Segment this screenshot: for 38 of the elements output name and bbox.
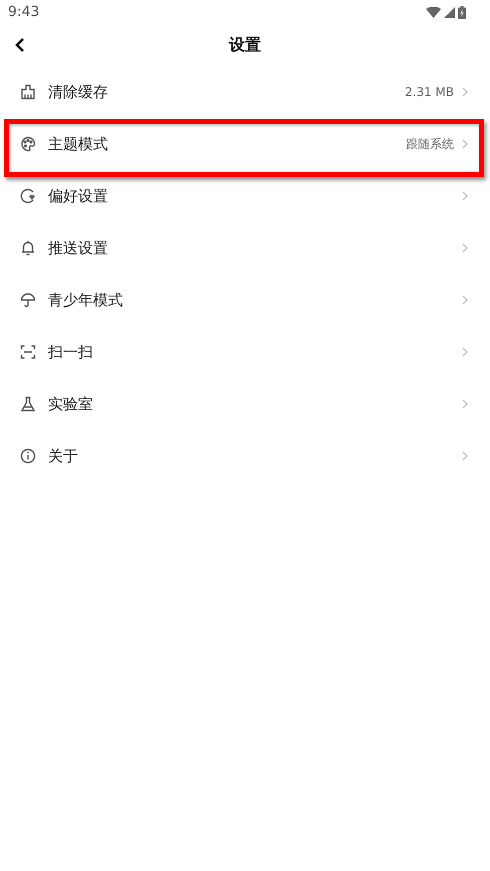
chevron-icon [462, 243, 468, 253]
item-label: 实验室 [48, 394, 94, 414]
page-title: 设置 [229, 34, 261, 56]
item-label: 关于 [48, 446, 79, 466]
chevron-icon [462, 347, 468, 357]
battery-icon [458, 6, 466, 18]
settings-item[interactable]: 推送设置 [0, 222, 490, 274]
bell-icon [20, 240, 36, 256]
wifi-icon [426, 6, 441, 18]
settings-item[interactable]: 扫一扫 [0, 326, 490, 378]
item-value: 跟随系统 [406, 136, 454, 152]
palette-icon [20, 136, 36, 152]
info-icon [20, 448, 36, 464]
chevron-icon [462, 191, 468, 201]
scan-icon [20, 344, 36, 360]
item-label: 青少年模式 [48, 290, 124, 310]
settings-item[interactable]: 主题模式 跟随系统 [0, 118, 490, 170]
item-label: 偏好设置 [48, 186, 109, 206]
chevron-icon [462, 87, 468, 97]
item-label: 推送设置 [48, 238, 109, 258]
back-icon[interactable] [14, 37, 26, 53]
chevron-icon [462, 399, 468, 409]
settings-item[interactable]: 关于 [0, 430, 490, 482]
flask-icon [20, 396, 36, 412]
item-value: 2.31 MB [404, 85, 454, 99]
chevron-icon [462, 295, 468, 305]
umbrella-icon [20, 292, 36, 308]
signal-icon [444, 6, 455, 18]
item-label: 扫一扫 [48, 342, 94, 362]
settings-item[interactable]: 偏好设置 [0, 170, 490, 222]
settings-item[interactable]: 青少年模式 [0, 274, 490, 326]
item-label: 清除缓存 [48, 82, 109, 102]
settings-item[interactable]: 实验室 [0, 378, 490, 430]
chevron-icon [462, 451, 468, 461]
settings-item[interactable]: 清除缓存 2.31 MB [0, 66, 490, 118]
item-label: 主题模式 [48, 134, 109, 154]
status-time: 9:43 [8, 4, 40, 20]
chevron-icon [462, 139, 468, 149]
